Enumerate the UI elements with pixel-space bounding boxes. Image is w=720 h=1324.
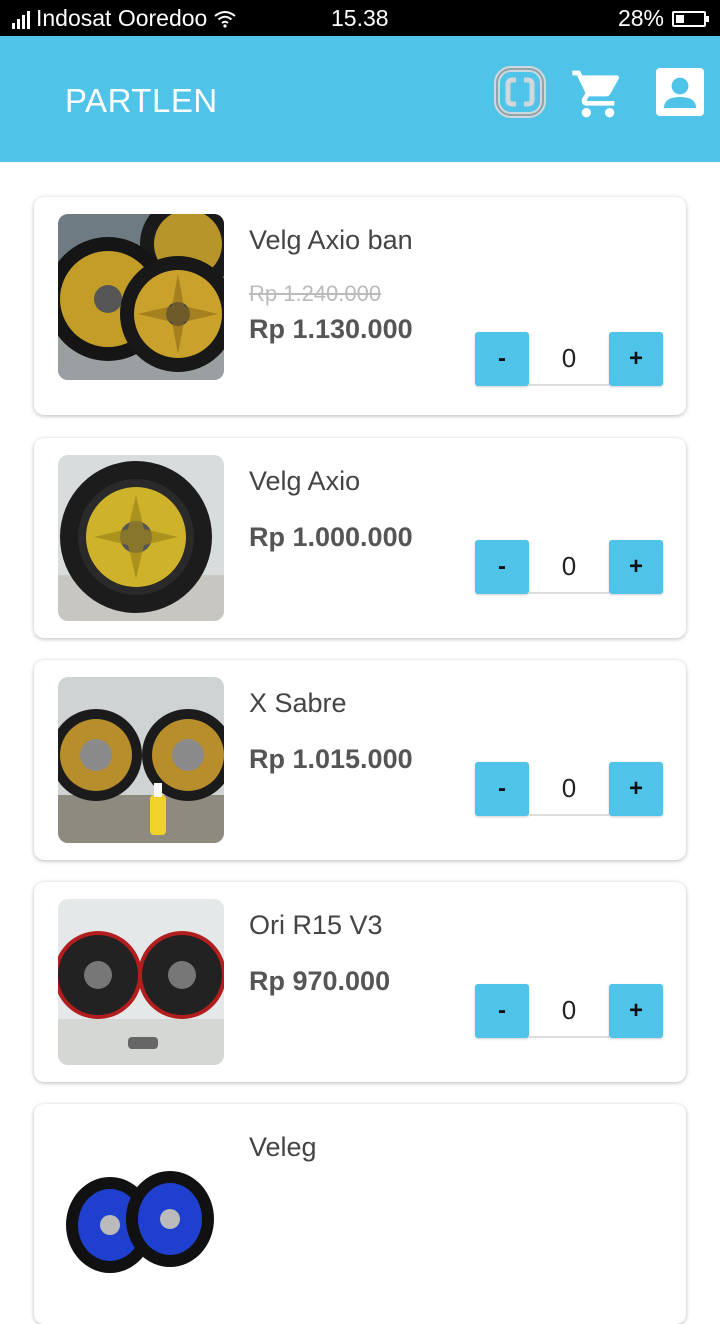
quantity-value[interactable]: 0	[529, 984, 609, 1038]
product-price: Rp 1.000.000	[249, 522, 413, 552]
quantity-stepper: - 0 +	[475, 762, 663, 816]
quantity-value[interactable]: 0	[529, 332, 609, 386]
battery-icon	[672, 10, 709, 27]
product-name: Velg Axio	[249, 466, 361, 496]
product-name: X Sabre	[249, 688, 347, 718]
quantity-value[interactable]: 0	[529, 540, 609, 594]
product-card[interactable]: Velg Axio ban Rp 1.240.000 Rp 1.130.000 …	[34, 197, 686, 415]
product-name: Veleg	[249, 1132, 317, 1162]
carrier-label: Indosat Ooredoo	[36, 5, 208, 31]
signal-icon	[12, 9, 30, 29]
increase-button[interactable]: +	[609, 540, 663, 594]
quantity-stepper: - 0 +	[475, 332, 663, 386]
status-right: 28%	[617, 5, 709, 32]
increase-button[interactable]: +	[609, 332, 663, 386]
status-bar: Indosat Ooredoo 15.38 28%	[0, 0, 720, 36]
product-price: Rp 970.000	[249, 966, 391, 996]
product-image	[58, 1121, 224, 1287]
product-image	[58, 214, 224, 380]
product-name: Velg Axio ban	[249, 225, 413, 255]
quantity-stepper: - 0 +	[475, 984, 663, 1038]
app-bar: PARTLEN	[0, 36, 720, 162]
product-card[interactable]: Velg Axio Rp 1.000.000 - 0 +	[34, 438, 686, 638]
product-price: Rp 1.015.000	[249, 744, 413, 774]
decrease-button[interactable]: -	[475, 332, 529, 386]
quantity-stepper: - 0 +	[475, 540, 663, 594]
status-left: Indosat Ooredoo	[12, 5, 237, 32]
product-card[interactable]: X Sabre Rp 1.015.000 - 0 +	[34, 660, 686, 860]
product-name: Ori R15 V3	[249, 910, 383, 940]
increase-button[interactable]: +	[609, 762, 663, 816]
app-logo-icon[interactable]	[494, 66, 546, 118]
decrease-button[interactable]: -	[475, 540, 529, 594]
product-card[interactable]: Ori R15 V3 Rp 970.000 - 0 +	[34, 882, 686, 1082]
quantity-value[interactable]: 0	[529, 762, 609, 816]
increase-button[interactable]: +	[609, 984, 663, 1038]
product-image	[58, 455, 224, 621]
wifi-icon	[214, 10, 236, 28]
battery-percent: 28%	[617, 5, 664, 31]
product-price: Rp 1.130.000	[249, 314, 413, 344]
product-image	[58, 899, 224, 1065]
clock: 15.38	[331, 5, 389, 31]
account-icon[interactable]	[656, 68, 704, 116]
product-old-price: Rp 1.240.000	[249, 281, 382, 306]
cart-icon[interactable]	[570, 66, 626, 122]
product-card[interactable]: Veleg	[34, 1104, 686, 1324]
app-title: PARTLEN	[65, 82, 218, 119]
product-image	[58, 677, 224, 843]
decrease-button[interactable]: -	[475, 762, 529, 816]
decrease-button[interactable]: -	[475, 984, 529, 1038]
